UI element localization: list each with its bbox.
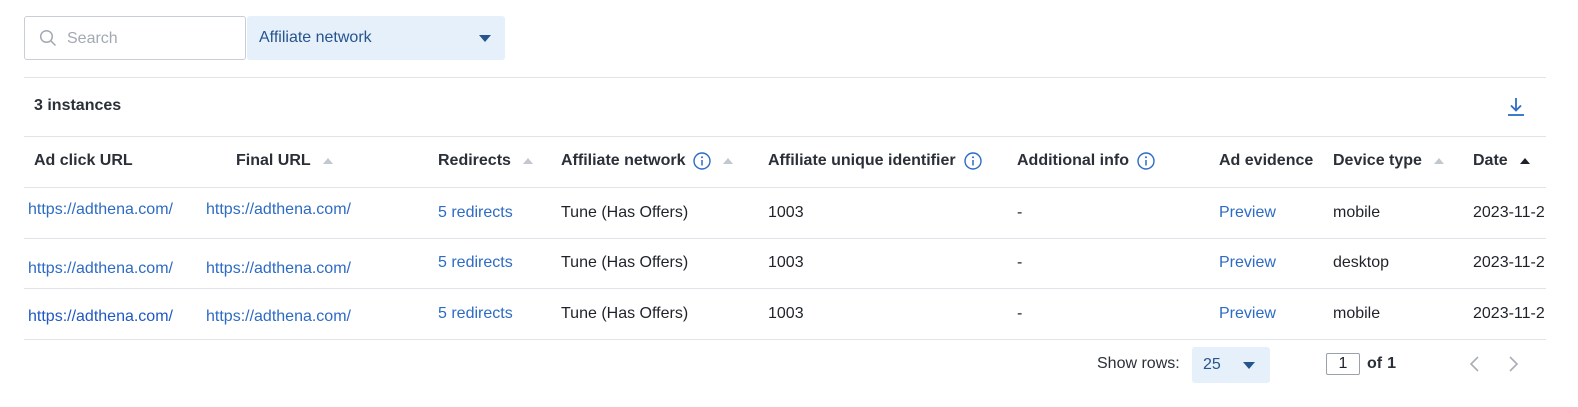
header-label: Final URL	[236, 152, 311, 169]
show-rows-label: Show rows:	[1097, 355, 1180, 372]
device-type-cell: desktop	[1333, 254, 1390, 271]
column-header-additional-info[interactable]: Additional info	[1017, 152, 1155, 170]
info-icon[interactable]	[1137, 152, 1155, 170]
column-header-date[interactable]: Date	[1473, 152, 1530, 170]
rows-per-page-value: 25	[1203, 356, 1221, 373]
header-label: Affiliate network	[561, 152, 686, 169]
redirects-link[interactable]: 5 redirects	[438, 305, 513, 323]
divider	[24, 339, 1546, 340]
instances-count: 3 instances	[34, 97, 122, 114]
redirects-link[interactable]: 5 redirects	[438, 254, 513, 272]
additional-info-cell: -	[1017, 305, 1023, 322]
column-header-final-url[interactable]: Final URL	[236, 152, 333, 170]
info-icon[interactable]	[693, 152, 712, 170]
additional-info-cell: -	[1017, 204, 1023, 221]
divider	[24, 238, 1546, 239]
header-label: Ad click URL	[34, 152, 133, 169]
affiliate-uid-cell: 1003	[768, 254, 804, 271]
affiliate-uid-cell: 1003	[768, 305, 804, 322]
sort-arrow-icon	[322, 158, 333, 164]
sort-arrow-icon	[522, 158, 533, 164]
download-icon[interactable]	[1505, 96, 1527, 118]
affiliate-uid-cell: 1003	[768, 204, 804, 221]
header-label: Redirects	[438, 152, 511, 169]
header-label: Date	[1473, 152, 1508, 169]
device-type-cell: mobile	[1333, 305, 1381, 322]
ad-click-url-link[interactable]: https://adthena.com/	[28, 201, 173, 219]
search-input[interactable]: Search	[24, 16, 246, 60]
instances-panel: Search Affiliate network 3 instances Ad …	[0, 0, 1578, 407]
column-header-affiliate-uid[interactable]: Affiliate unique identifier	[768, 152, 982, 170]
device-type-cell: mobile	[1333, 204, 1381, 221]
additional-info-cell: -	[1017, 254, 1023, 271]
date-cell: 2023-11-2	[1473, 254, 1545, 271]
chevron-down-icon	[479, 35, 491, 42]
column-header-affiliate-network[interactable]: Affiliate network	[561, 152, 734, 170]
date-cell: 2023-11-2	[1473, 204, 1545, 221]
preview-link[interactable]: Preview	[1219, 254, 1276, 272]
rows-per-page-select[interactable]: 25	[1192, 347, 1270, 383]
divider	[24, 288, 1546, 289]
page-total: of 1	[1367, 355, 1396, 373]
header-label: Ad evidence	[1219, 152, 1314, 169]
affiliate-network-cell: Tune (Has Offers)	[561, 204, 689, 221]
redirects-link[interactable]: 5 redirects	[438, 204, 513, 222]
page-number-input[interactable]: 1	[1326, 353, 1360, 375]
column-header-ad-evidence[interactable]: Ad evidence	[1219, 152, 1313, 170]
final-url-link[interactable]: https://adthena.com/	[206, 201, 351, 219]
divider	[24, 187, 1546, 188]
divider	[24, 77, 1546, 78]
header-label: Additional info	[1017, 152, 1129, 169]
divider	[24, 136, 1546, 137]
sort-arrow-icon	[1519, 158, 1530, 164]
header-label: Affiliate unique identifier	[768, 152, 956, 169]
info-icon[interactable]	[963, 152, 982, 170]
sort-arrow-icon	[1433, 158, 1444, 164]
date-cell: 2023-11-2	[1473, 305, 1545, 322]
column-header-ad-click-url[interactable]: Ad click URL	[34, 152, 133, 170]
final-url-link[interactable]: https://adthena.com/	[206, 260, 351, 278]
preview-link[interactable]: Preview	[1219, 204, 1276, 222]
column-header-device-type[interactable]: Device type	[1333, 152, 1444, 170]
ad-click-url-link[interactable]: https://adthena.com/	[28, 308, 173, 326]
ad-click-url-link[interactable]: https://adthena.com/	[28, 260, 173, 278]
column-header-redirects[interactable]: Redirects	[438, 152, 533, 170]
of-label: of	[1367, 355, 1383, 372]
preview-link[interactable]: Preview	[1219, 305, 1276, 323]
chevron-right-icon[interactable]	[1504, 355, 1522, 373]
affiliate-network-cell: Tune (Has Offers)	[561, 305, 689, 322]
affiliate-network-cell: Tune (Has Offers)	[561, 254, 689, 271]
search-icon	[39, 29, 57, 47]
sort-arrow-icon	[723, 158, 734, 164]
final-url-link[interactable]: https://adthena.com/	[206, 308, 351, 326]
header-label: Device type	[1333, 152, 1422, 169]
filter-label: Affiliate network	[259, 29, 372, 46]
affiliate-network-filter[interactable]: Affiliate network	[247, 16, 505, 60]
chevron-left-icon[interactable]	[1466, 355, 1484, 373]
chevron-down-icon	[1243, 362, 1255, 369]
total-pages: 1	[1387, 355, 1397, 372]
search-placeholder: Search	[67, 30, 118, 47]
